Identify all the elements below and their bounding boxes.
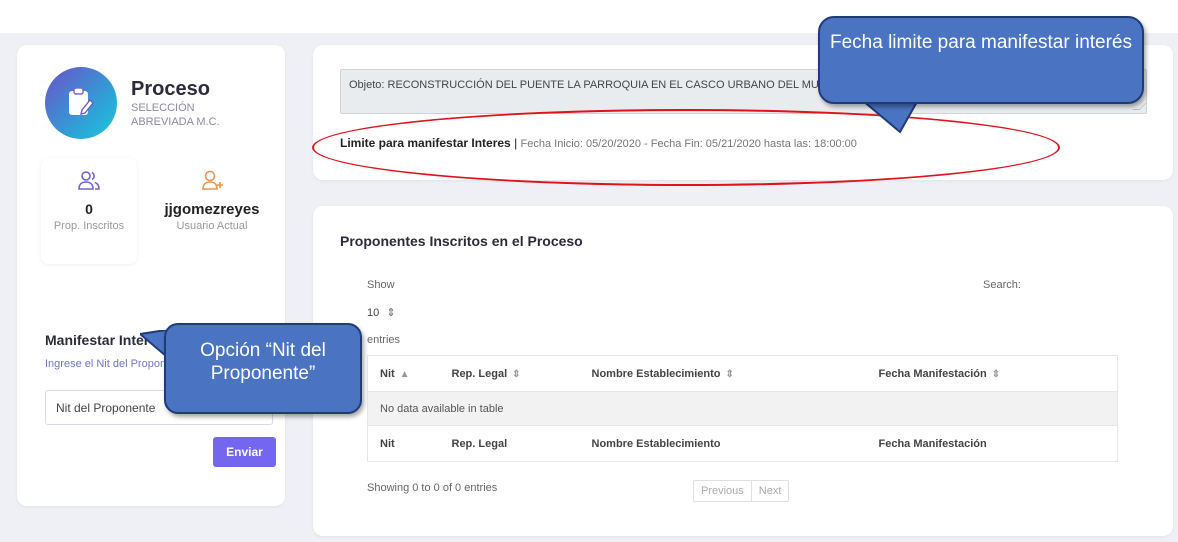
column-label: Nombre Establecimiento (591, 367, 721, 380)
pagination: Previous Next (693, 480, 790, 502)
column-header-nombre[interactable]: Nombre Establecimiento ⇕ (579, 355, 867, 392)
clipboard-edit-icon (69, 88, 94, 115)
proponents-table: Nit ▲ Rep. Legal ⇕ Nombre Establecimiento ⇕… (367, 355, 1118, 462)
proponents-table-card: Proponentes Inscritos en el Proceso Show… (313, 206, 1173, 536)
stat-registered-proponents: 0 Prop. Inscritos (41, 158, 137, 264)
process-sidebar-card: Proceso SELECCIÓN ABREVIADA M.C. 0 Prop.… (17, 45, 285, 506)
deadline-info: Limite para manifestar Interes | Fecha I… (340, 136, 857, 150)
sort-icon: ⇕ (725, 368, 734, 380)
footer-rep-legal: Rep. Legal (439, 425, 580, 462)
table-header-row: Nit ▲ Rep. Legal ⇕ Nombre Establecimiento ⇕… (367, 355, 1118, 392)
empty-message: No data available in table (367, 391, 1118, 426)
table-row: No data available in table (367, 391, 1118, 426)
stat-value: 0 (85, 201, 93, 217)
column-label: Rep. Legal (451, 367, 508, 380)
user-plus-icon (202, 170, 223, 190)
table-info: Showing 0 to 0 of 0 entries (367, 482, 498, 494)
footer-nit: Nit (367, 425, 440, 462)
submit-button[interactable]: Enviar (213, 437, 276, 467)
process-avatar (45, 67, 117, 139)
process-subtitle: SELECCIÓN ABREVIADA M.C. (131, 102, 220, 128)
sort-icon: ⇕ (991, 368, 1001, 380)
process-title: Proceso (131, 78, 210, 100)
next-button[interactable]: Next (750, 481, 789, 501)
page-size-value: 10 (367, 307, 380, 319)
deadline-label: Limite para manifestar Interes (340, 136, 511, 150)
stat-label: Usuario Actual (176, 220, 248, 232)
table-footer-row: Nit Rep. Legal Nombre Establecimiento Fe… (367, 425, 1118, 462)
callout-pointer (860, 100, 920, 134)
column-label: Fecha Manifestación (878, 367, 987, 380)
column-header-fecha[interactable]: Fecha Manifestación ⇕ (866, 355, 1118, 392)
search-label: Search: (983, 279, 1021, 291)
footer-fecha: Fecha Manifestación (866, 425, 1118, 462)
deadline-callout: Fecha limite para manifestar interés (818, 16, 1144, 104)
previous-button[interactable]: Previous (694, 481, 751, 501)
section-title: Proponentes Inscritos en el Proceso (340, 233, 583, 249)
stat-current-user: jjgomezreyes Usuario Actual (157, 158, 267, 238)
deadline-separator: | (510, 136, 521, 150)
page-size-select[interactable]: 10 ⇕ (367, 306, 396, 319)
select-arrows-icon: ⇕ (386, 307, 396, 319)
sort-asc-icon: ▲ (399, 368, 410, 380)
stat-value: jjgomezreyes (164, 201, 260, 218)
column-header-rep-legal[interactable]: Rep. Legal ⇕ (439, 355, 580, 392)
entries-label: entries (367, 334, 401, 346)
resize-handle-icon[interactable] (1132, 103, 1146, 110)
sort-icon: ⇕ (512, 368, 521, 380)
users-icon (78, 171, 100, 190)
nit-callout: Opción “Nit del Proponente” (164, 323, 362, 414)
objeto-text: Objeto: RECONSTRUCCIÓN DEL PUENTE LA PAR… (349, 79, 860, 91)
column-label: Nit (380, 367, 395, 380)
stat-label: Prop. Inscritos (53, 220, 125, 232)
deadline-dates: Fecha Inicio: 05/20/2020 - Fecha Fin: 05… (520, 138, 857, 150)
show-label: Show (367, 279, 395, 291)
column-header-nit[interactable]: Nit ▲ (367, 355, 440, 392)
footer-nombre: Nombre Establecimiento (579, 425, 867, 462)
